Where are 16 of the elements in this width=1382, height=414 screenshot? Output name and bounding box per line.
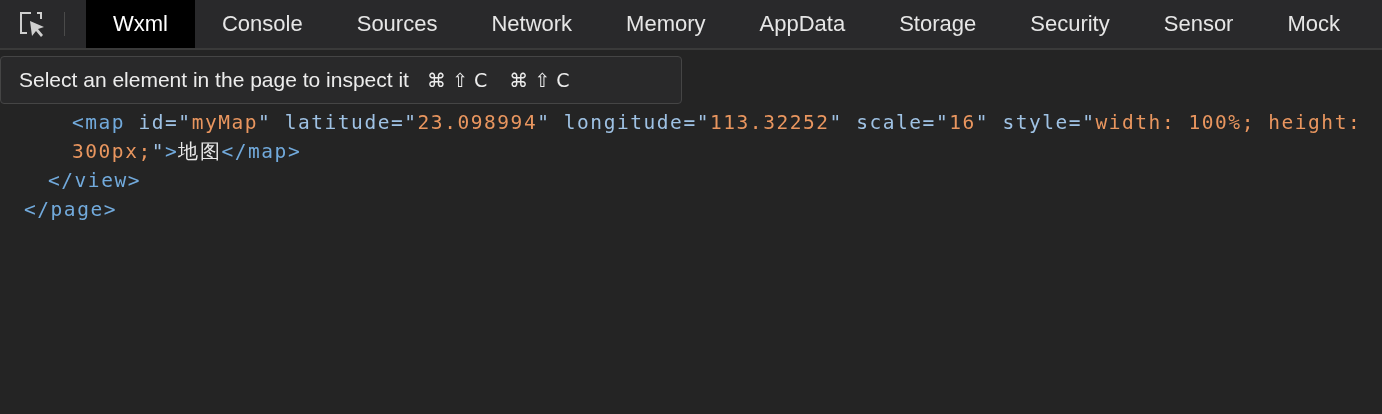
- keyboard-shortcut: ⌘ ⇧ C: [426, 69, 488, 91]
- tab[interactable]: Storage: [872, 0, 1004, 48]
- tab[interactable]: Sensor: [1136, 0, 1261, 48]
- tab[interactable]: Console: [195, 0, 330, 48]
- keyboard-shortcut: ⌘ ⇧ C: [509, 69, 570, 91]
- tab[interactable]: Mock: [1260, 0, 1367, 48]
- tab[interactable]: Security: [1003, 0, 1137, 48]
- tab[interactable]: Memory: [599, 0, 733, 48]
- tooltip-text: Select an element in the page to inspect it: [19, 68, 409, 92]
- tab[interactable]: AppData: [732, 0, 873, 48]
- code-line: </page>: [24, 197, 119, 223]
- tab[interactable]: Sources: [329, 0, 465, 48]
- code-line: </view>: [48, 168, 143, 194]
- code-line: <map id="myMap" latitude="23.098994" longitude="113.32252" scale="16" style="width: 100%; height: 300px;">地图</map>: [72, 110, 1363, 165]
- tab[interactable]: Wxml: [86, 0, 195, 48]
- tab[interactable]: Network: [464, 0, 600, 48]
